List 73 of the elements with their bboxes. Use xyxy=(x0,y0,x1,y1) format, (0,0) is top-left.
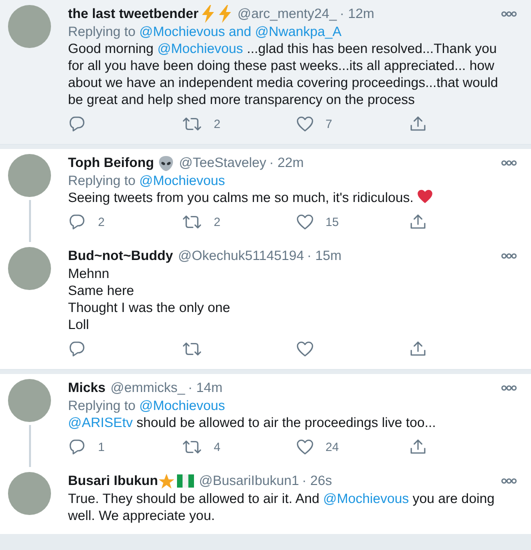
heart-outline-icon[interactable] xyxy=(296,115,314,133)
user-handle[interactable]: @emmicks_ xyxy=(110,378,185,398)
tweet-text: Same here xyxy=(68,282,136,299)
tweet-card[interactable]: Bud~not~Buddy @Okechuk51145194 · 15m Mehnn Same here Thought I was the only one Loll xyxy=(0,242,531,370)
tweet-card[interactable]: Micks @emmicks_ · 14m Replying to @Mochievous @ARISEtv should be allowed to air the proceedings live too... 1 4 24 xyxy=(0,374,531,467)
reply-icon[interactable] xyxy=(68,115,86,133)
reply-count: 1 xyxy=(98,439,105,456)
user-name[interactable]: Bud~not~Buddy xyxy=(68,246,173,266)
heart-outline-icon[interactable] xyxy=(296,213,314,231)
user-handle[interactable]: @arc_menty24_ xyxy=(238,4,337,24)
retweet-icon[interactable] xyxy=(182,340,202,358)
user-name[interactable]: the last tweetbender xyxy=(68,4,199,24)
tweet-time[interactable]: · 12m xyxy=(340,4,374,24)
mention-link[interactable]: @ARISEtv xyxy=(68,415,133,430)
like-count: 7 xyxy=(326,116,332,133)
tweet-text: Thought I was the only one xyxy=(68,299,232,316)
user-name[interactable]: Busari Ibukun xyxy=(68,470,158,492)
mention-link[interactable]: @Mochievous xyxy=(323,491,409,506)
tweet-time[interactable]: · 26s xyxy=(302,470,332,492)
replying-to-text: Replying to @Mochievous xyxy=(68,397,226,414)
heart-outline-icon[interactable] xyxy=(296,340,314,358)
mention-link[interactable]: @Mochievous xyxy=(139,173,226,188)
tweet-text: @ARISEtv should be allowed to air the proceedings live too... xyxy=(68,414,437,431)
more-options-icon[interactable] xyxy=(501,160,517,166)
mention-link[interactable]: @Mochievous xyxy=(157,41,244,56)
more-options-icon[interactable] xyxy=(501,11,517,17)
tweet-time[interactable]: · 22m xyxy=(269,152,304,174)
reply-icon[interactable] xyxy=(68,438,86,456)
user-name[interactable]: Micks xyxy=(68,378,106,398)
tweet-text: Seeing tweets from you calms me so much, it's ridiculous. xyxy=(68,189,515,206)
user-name[interactable]: Toph Beifong xyxy=(68,152,154,174)
heart-outline-icon[interactable] xyxy=(296,438,314,456)
tweet-text: Good morning @Mochievous ...glad this has been resolved...Thank you for all you have been doing these past weeks...its all appreciated... how about we have an independent media covering proceedings...that would be great and help shed more transparency on the process xyxy=(68,40,500,108)
reply-icon[interactable] xyxy=(68,340,86,358)
share-icon[interactable] xyxy=(409,438,428,456)
avatar-photo[interactable] xyxy=(8,247,51,290)
tweet-card[interactable] xyxy=(0,0,531,145)
user-handle[interactable]: @Okechuk51145194 xyxy=(178,246,304,266)
share-icon[interactable] xyxy=(409,115,428,133)
avatar-photo[interactable] xyxy=(8,472,51,515)
reply-count: 2 xyxy=(98,214,105,231)
heart-icon xyxy=(417,189,434,204)
user-handle[interactable]: @BusariIbukun1 xyxy=(199,470,300,492)
replying-to-text: Replying to @Mochievous and @Nwankpa_A xyxy=(68,23,343,40)
more-options-icon[interactable] xyxy=(501,253,517,259)
more-options-icon[interactable] xyxy=(501,478,517,484)
like-count: 15 xyxy=(326,214,339,231)
share-icon[interactable] xyxy=(409,213,428,231)
tweet-text: Mehnn xyxy=(68,265,110,282)
share-icon[interactable] xyxy=(409,340,428,358)
retweet-count: 4 xyxy=(214,439,220,456)
mention-link[interactable]: @Mochievous xyxy=(139,398,226,413)
more-options-icon[interactable] xyxy=(501,385,517,391)
tweet-card[interactable]: Toph Beifong @TeeStaveley · 22m Replying to @Mochievous Seeing tweets from you calms me so much, it's ridiculous. 2 2 15 xyxy=(0,149,531,242)
tweet-text: True. They should be allowed to air it. And @Mochievous you are doing well. We appreciate you. xyxy=(68,490,496,524)
tweet-time[interactable]: · 15m xyxy=(307,246,342,266)
reply-icon[interactable] xyxy=(68,213,86,231)
retweet-icon[interactable] xyxy=(182,213,202,231)
tweet-time[interactable]: · 14m xyxy=(188,378,223,398)
like-count: 24 xyxy=(326,439,339,456)
avatar-photo[interactable] xyxy=(8,154,51,197)
mention-link[interactable]: @Mochievous and @Nwankpa_A xyxy=(139,24,342,39)
avatar-photo[interactable] xyxy=(8,379,51,422)
thread-line xyxy=(28,200,30,242)
retweet-icon[interactable] xyxy=(182,115,202,133)
thread-line xyxy=(28,425,30,467)
user-handle[interactable]: @TeeStaveley xyxy=(178,152,266,174)
retweet-count: 2 xyxy=(214,214,220,231)
retweet-count: 2 xyxy=(214,116,220,133)
replying-to-text: Replying to @Mochievous xyxy=(68,172,226,189)
retweet-icon[interactable] xyxy=(182,438,202,456)
tweet-card[interactable]: Busari Ibukun @BusariIbukun1 · 26s True. They should be allowed to air it. And @Mochievous you are doing well. We appreciate you. xyxy=(0,467,531,534)
tweet-text: Loll xyxy=(68,316,90,333)
